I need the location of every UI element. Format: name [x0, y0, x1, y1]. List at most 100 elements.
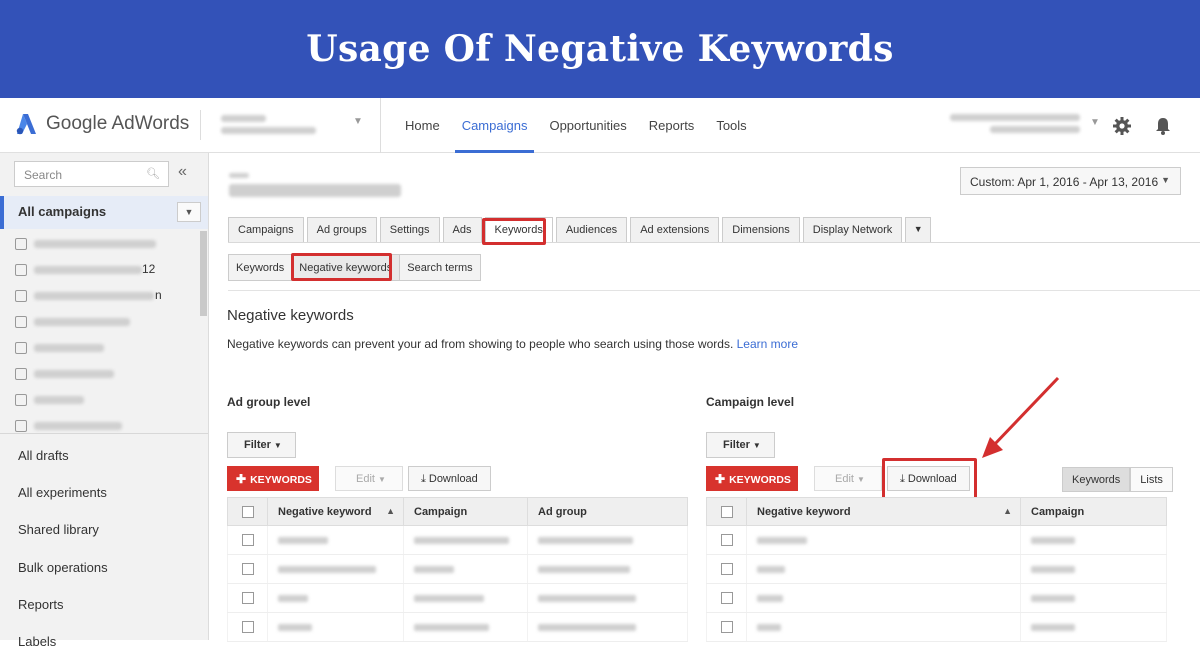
column-campaign[interactable]: Campaign [1020, 497, 1167, 526]
table-row [706, 583, 1167, 613]
campaign-item[interactable] [0, 387, 200, 413]
account-name-redacted [221, 115, 266, 122]
sidebar-item-labels[interactable]: Labels [18, 634, 56, 649]
add-keywords-label: KEYWORDS [250, 474, 312, 486]
campaign-item[interactable] [0, 413, 200, 439]
article-banner: Usage Of Negative Keywords [0, 0, 1200, 98]
gear-icon[interactable] [1112, 116, 1132, 136]
checkbox-icon [720, 563, 733, 576]
sidebar-search-input[interactable]: Search 🔍︎ [14, 161, 169, 187]
column-ad-group[interactable]: Ad group [527, 497, 688, 526]
redacted-text [1031, 623, 1075, 631]
page-title-redacted [229, 184, 401, 197]
sidebar-item-bulk-operations[interactable]: Bulk operations [18, 560, 108, 575]
campaign-item[interactable]: n [0, 283, 200, 309]
tab-ad-groups[interactable]: Ad groups [306, 217, 377, 242]
edit-label: Edit [835, 473, 854, 485]
keyword-cell [746, 525, 1021, 555]
nav-reports[interactable]: Reports [638, 98, 706, 153]
toggle-lists[interactable]: Lists [1130, 467, 1173, 492]
tab-ads[interactable]: Ads [442, 217, 482, 242]
highlight-download-button [882, 458, 977, 500]
redacted-text [757, 594, 783, 602]
ad-group-filter-button[interactable]: Filter ▼ [227, 432, 296, 458]
download-label: Download [428, 473, 478, 485]
column-campaign[interactable]: Campaign [403, 497, 528, 526]
campaign-tabs: Campaigns Ad groups Settings Ads Keyword… [228, 217, 934, 242]
row-checkbox[interactable] [227, 525, 268, 555]
date-range-selector[interactable]: Custom: Apr 1, 2016 - Apr 13, 2016 ▼ [960, 167, 1181, 195]
column-negative-keyword[interactable]: Negative keyword ▲ [267, 497, 404, 526]
ad-group-edit-button[interactable]: Edit ▼ [335, 466, 403, 491]
notifications-bell-icon[interactable] [1153, 116, 1173, 136]
ad-group-cell [527, 612, 688, 642]
learn-more-link[interactable]: Learn more [737, 337, 798, 351]
row-checkbox[interactable] [706, 554, 747, 584]
row-checkbox[interactable] [227, 612, 268, 642]
ad-group-add-keywords-button[interactable]: ✚ KEYWORDS [227, 466, 319, 491]
campaign-filter-button[interactable]: Filter ▼ [706, 432, 775, 458]
redacted-text [757, 623, 781, 631]
toggle-keywords[interactable]: Keywords [1062, 467, 1131, 492]
highlight-negative-keywords-subtab [291, 253, 392, 281]
sidebar-item-reports[interactable]: Reports [18, 597, 64, 612]
redacted-text [278, 594, 308, 602]
table-row [706, 525, 1167, 555]
nav-campaigns[interactable]: Campaigns [451, 98, 539, 153]
campaign-add-keywords-button[interactable]: ✚ KEYWORDS [706, 466, 798, 491]
row-checkbox[interactable] [227, 583, 268, 613]
tab-audiences[interactable]: Audiences [555, 217, 628, 242]
row-checkbox[interactable] [706, 583, 747, 613]
campaign-item[interactable] [0, 335, 200, 361]
campaign-level-title: Campaign level [706, 395, 795, 409]
campaign-edit-button[interactable]: Edit ▼ [814, 466, 882, 491]
subtab-keywords[interactable]: Keywords [228, 254, 293, 281]
user-email-redacted [990, 126, 1080, 133]
checkbox-icon [720, 592, 733, 605]
sidebar-item-all-experiments[interactable]: All experiments [18, 485, 107, 500]
nav-home[interactable]: Home [394, 98, 451, 153]
row-checkbox[interactable] [227, 554, 268, 584]
chevron-down-icon[interactable]: ▼ [177, 202, 201, 222]
filter-label: Filter [723, 439, 750, 451]
campaign-item[interactable]: 12 [0, 257, 200, 283]
nav-tools[interactable]: Tools [705, 98, 757, 153]
row-checkbox[interactable] [706, 525, 747, 555]
ad-group-level-title: Ad group level [227, 395, 311, 409]
sidebar-item-all-drafts[interactable]: All drafts [18, 448, 69, 463]
shopping-campaign-icon [15, 342, 27, 354]
sidebar-item-all-campaigns[interactable]: All campaigns ▼ [0, 196, 208, 229]
select-all-checkbox[interactable] [706, 497, 747, 526]
redacted-text [414, 565, 454, 573]
campaign-item[interactable] [0, 231, 200, 257]
campaign-item[interactable] [0, 361, 200, 387]
redacted-text [1031, 594, 1075, 602]
table-row [706, 612, 1167, 642]
nav-opportunities[interactable]: Opportunities [538, 98, 637, 153]
tab-display-network[interactable]: Display Network [802, 217, 903, 242]
campaign-cell [1020, 583, 1167, 613]
banner-title: Usage Of Negative Keywords [306, 28, 894, 70]
keywords-lists-toggle: Keywords Lists [1062, 467, 1173, 492]
sidebar-scrollbar[interactable] [200, 231, 207, 316]
campaign-item[interactable] [0, 309, 200, 335]
subtab-search-terms[interactable]: Search terms [399, 254, 481, 281]
tab-settings[interactable]: Settings [379, 217, 440, 242]
collapse-sidebar-icon[interactable]: « [178, 163, 187, 181]
search-campaign-icon [15, 290, 27, 302]
adwords-logo[interactable]: Google AdWords [14, 112, 189, 136]
row-checkbox[interactable] [706, 612, 747, 642]
column-negative-keyword[interactable]: Negative keyword ▲ [746, 497, 1021, 526]
ad-group-download-button[interactable]: ⤓ Download [408, 466, 491, 491]
chevron-down-icon: ▼ [1161, 175, 1170, 185]
sidebar-item-shared-library[interactable]: Shared library [18, 522, 99, 537]
account-selector[interactable]: ▼ [200, 110, 370, 140]
select-all-checkbox[interactable] [227, 497, 268, 526]
top-nav: Home Campaigns Opportunities Reports Too… [380, 98, 758, 153]
tab-ad-extensions[interactable]: Ad extensions [630, 217, 720, 242]
redacted-text [414, 623, 489, 631]
campaign-cell [403, 554, 528, 584]
more-tabs-dropdown[interactable]: ▼ [905, 217, 932, 242]
tab-dimensions[interactable]: Dimensions [722, 217, 800, 242]
tab-campaigns[interactable]: Campaigns [228, 217, 304, 242]
